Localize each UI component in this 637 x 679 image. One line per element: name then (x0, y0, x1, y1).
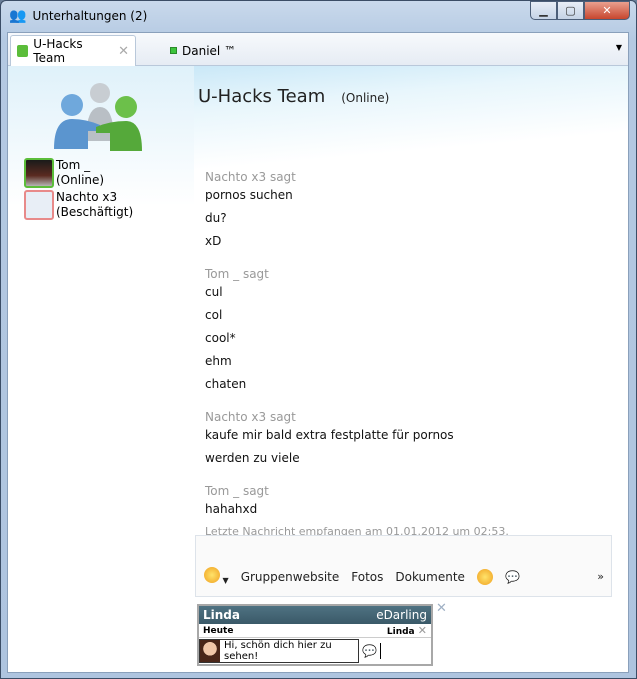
ad-close-icon[interactable]: ✕ (418, 624, 427, 637)
member-sidebar: Tom _ (Online) Nachto x3 (Beschäftigt) (8, 66, 194, 672)
message-line: cul (205, 285, 223, 299)
messenger-window: 👥 Unterhaltungen (2) ▁ ▢ ✕ U-Hacks Team … (0, 0, 637, 679)
message-input[interactable]: ▼ Gruppenwebsite Fotos Dokumente 💬 » (195, 535, 612, 597)
message-sender: Nachto x3 sagt (205, 410, 296, 424)
message-line: cool* (205, 331, 236, 345)
chat-name: U-Hacks Team (198, 86, 326, 107)
messenger-icon: 👥 (9, 8, 27, 24)
message-line: kaufe mir bald extra festplatte für porn… (205, 428, 454, 442)
tab-dropdown-icon[interactable]: ▼ (616, 43, 622, 52)
close-tab-icon[interactable]: ✕ (118, 44, 129, 59)
tab-daniel[interactable]: Daniel ™ (164, 35, 242, 66)
message-sender: Tom _ sagt (205, 484, 269, 498)
tab-u-hacks-team[interactable]: U-Hacks Team ✕ (10, 35, 136, 66)
edarling-ad[interactable]: Linda eDarling Heute Linda ✕ Hi, schön dic… (197, 604, 433, 666)
message-line: xD (205, 234, 222, 248)
wink-icon[interactable] (476, 568, 493, 585)
member-status: (Beschäftigt) (56, 205, 134, 219)
message-line: col (205, 308, 223, 322)
member-status: (Online) (56, 173, 105, 187)
message-line: du? (205, 211, 227, 225)
tab-label: Daniel ™ (182, 43, 237, 58)
ad-today: Heute (203, 625, 234, 636)
group-avatar-icon (54, 83, 142, 151)
avatar (24, 158, 54, 188)
tab-label: U-Hacks Team (33, 37, 83, 65)
close-button[interactable]: ✕ (584, 1, 630, 20)
ad-photo (200, 640, 221, 662)
message-sender: Tom _ sagt (205, 267, 269, 281)
ad-name: Linda (203, 608, 240, 622)
member-name: Tom _ (56, 158, 91, 172)
message-line: pornos suchen (205, 188, 293, 202)
member-name: Nachto x3 (56, 190, 118, 204)
message-line: chaten (205, 377, 247, 391)
ad-recipient: Linda (386, 627, 415, 637)
chat-header: U-Hacks Team (Online) (198, 86, 389, 107)
window-title: Unterhaltungen (2) (32, 9, 148, 23)
group-website-link[interactable]: Gruppenwebsite (241, 570, 340, 584)
maximize-button[interactable]: ▢ (557, 1, 584, 20)
chat-status: (Online) (341, 91, 390, 105)
minimize-button[interactable]: ▁ (530, 1, 557, 20)
documents-link[interactable]: Dokumente (395, 570, 465, 584)
message-line: ehm (205, 354, 232, 368)
close-ad-icon[interactable]: ✕ (436, 601, 447, 616)
ad-message: Hi, schön dich hier zu sehen! (224, 640, 332, 662)
chat-bubble-icon: 💬 (362, 644, 377, 658)
smiley-icon (204, 567, 220, 583)
photos-link[interactable]: Fotos (351, 570, 383, 584)
member-nachto[interactable]: Nachto x3 (Beschäftigt) (24, 190, 133, 220)
message-sender: Nachto x3 sagt (205, 170, 296, 184)
title-bar: 👥 Unterhaltungen (2) (9, 6, 147, 26)
online-status-icon (170, 47, 177, 54)
emoticon-button[interactable]: ▼ (204, 567, 229, 586)
message-history: Nachto x3 sagt pornos suchen du? xD Tom _ sa… (205, 168, 615, 538)
nudge-icon[interactable]: 💬 (505, 570, 520, 584)
message-line: werden zu viele (205, 451, 300, 465)
more-button[interactable]: » (597, 570, 604, 583)
group-icon (17, 45, 29, 57)
avatar (24, 190, 54, 220)
message-line: hahahxd (205, 502, 258, 516)
input-toolbar: ▼ Gruppenwebsite Fotos Dokumente 💬 » (204, 567, 604, 586)
ad-brand: eDarling (376, 608, 427, 622)
tab-bar: U-Hacks Team ✕ Daniel ™ ▼ (8, 33, 628, 66)
member-tom[interactable]: Tom _ (Online) (24, 158, 104, 188)
